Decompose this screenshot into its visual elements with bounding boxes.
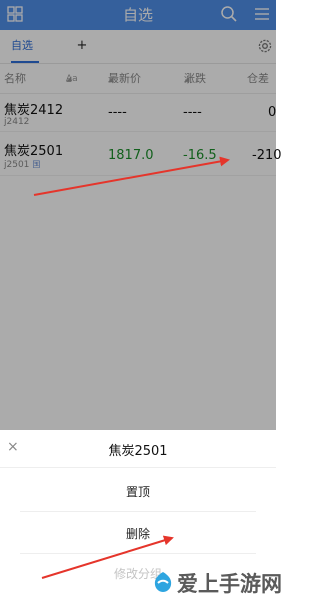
watermark-text: 爱上手游网 [177,572,282,596]
watermark: 爱上手游网 [152,566,282,598]
action-sheet-header: × 焦炭2501 [0,430,276,468]
modal-backdrop[interactable] [0,0,276,430]
delete-button[interactable]: 删除 [20,514,256,554]
action-sheet-title: 焦炭2501 [108,444,168,459]
watermark-logo-icon [154,572,172,592]
pin-to-top-button[interactable]: 置顶 [20,472,256,512]
